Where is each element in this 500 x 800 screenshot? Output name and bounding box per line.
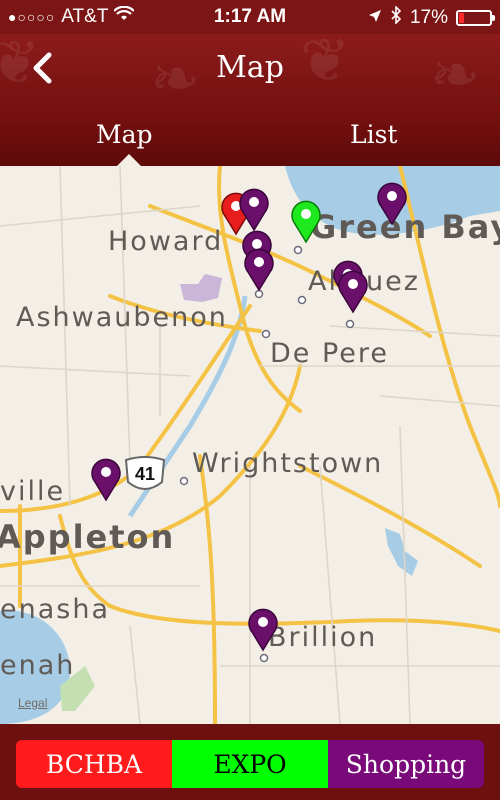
map-label-appleton: Appleton [0, 518, 176, 556]
bchba-filter-button[interactable]: BCHBA [16, 740, 172, 788]
purple-pin-icon [244, 248, 274, 292]
map-pin-green[interactable] [289, 198, 323, 244]
map-pin-purple[interactable] [375, 180, 409, 226]
map-pin-purple[interactable] [89, 456, 123, 502]
map-pin-purple[interactable] [336, 268, 370, 314]
page-title: Map [216, 50, 284, 85]
map-label-de-pere: De Pere [270, 338, 390, 369]
highway-number: 41 [134, 464, 156, 484]
nav-bar: ❦ ❧ ❦ ❧ Map [0, 34, 500, 106]
map-label-howard: Howard [108, 226, 224, 257]
map-label-wrightstown: Wrightstown [192, 448, 384, 479]
battery-percent: 17% [409, 7, 448, 28]
purple-pin-icon [91, 458, 121, 502]
status-bar: ●○○○○ AT&T 1:17 AM 17% [0, 0, 500, 34]
highway-41-shield: 41 [122, 456, 168, 494]
purple-pin-icon [239, 188, 269, 232]
expo-filter-button[interactable]: EXPO [172, 740, 328, 788]
map-pin-purple[interactable] [237, 186, 271, 232]
purple-pin-icon [248, 608, 278, 652]
map-pin-purple[interactable] [246, 606, 280, 652]
legal-link[interactable]: Legal [18, 696, 47, 710]
location-arrow-icon [368, 7, 382, 29]
map-label-enah: enah [0, 650, 76, 681]
map-pin-purple[interactable] [242, 246, 276, 292]
map-label-ville: ville [0, 476, 66, 507]
map-view[interactable]: Green Bay Howard Allouez Ashwaubenon De … [0, 166, 500, 724]
battery-level-fill [459, 13, 464, 23]
tab-map[interactable]: Map [96, 120, 153, 149]
purple-pin-icon [338, 270, 368, 314]
map-label-enasha: enasha [0, 594, 110, 625]
selected-tab-indicator [117, 154, 141, 166]
pond-water [385, 528, 418, 576]
bluetooth-icon [390, 5, 402, 30]
map-label-ashwaubenon: Ashwaubenon [16, 302, 228, 333]
park-area [180, 274, 222, 302]
footer-bar: BCHBA EXPO Shopping [0, 724, 500, 800]
shopping-filter-button[interactable]: Shopping [328, 740, 484, 788]
map-label-brillion: Brillion [268, 622, 378, 653]
tab-list[interactable]: List [350, 120, 397, 149]
segment-tab-bar: Map List [0, 106, 500, 166]
purple-pin-icon [377, 182, 407, 226]
green-pin-icon [291, 200, 321, 244]
status-right: 17% [368, 5, 495, 30]
battery-icon [456, 10, 495, 26]
